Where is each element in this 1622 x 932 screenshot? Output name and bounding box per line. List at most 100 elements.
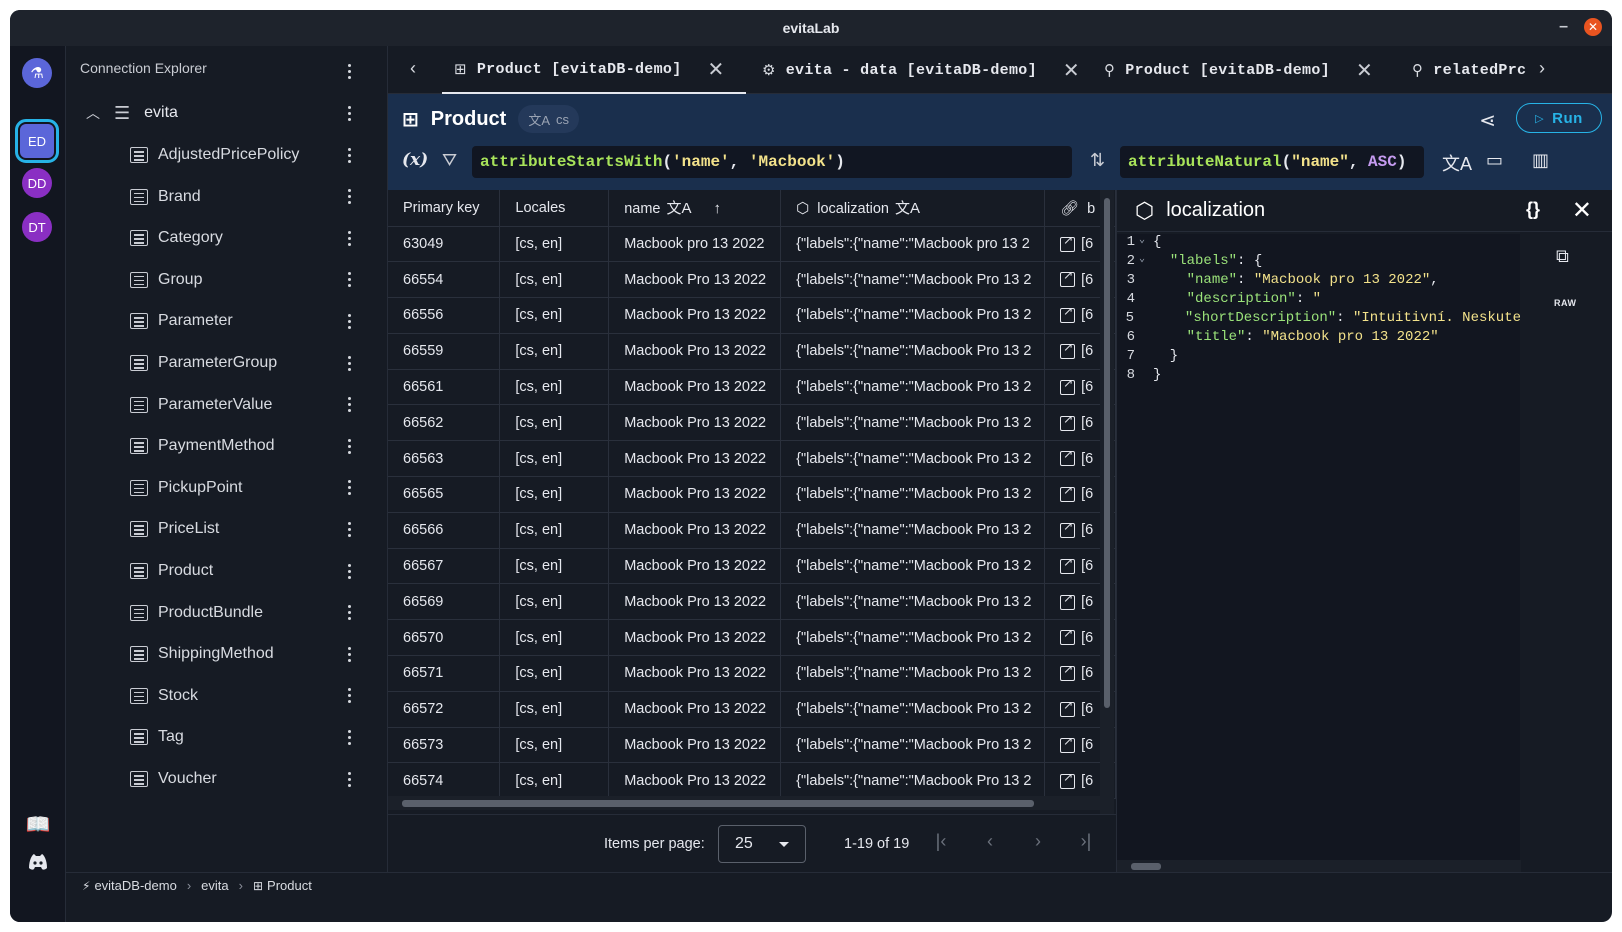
open-link-icon[interactable] [1060, 447, 1076, 467]
tree-item-shippingmethod[interactable]: ShippingMethod [130, 637, 274, 671]
table-cell[interactable]: [cs, en] [499, 226, 610, 263]
close-tab-icon[interactable]: ✕ [1356, 58, 1373, 82]
fold-toggle[interactable] [1139, 367, 1153, 386]
table-row[interactable]: 66554 [cs, en] Macbook Pro 13 2022 {"labels… [388, 261, 1116, 299]
table-cell[interactable]: {"labels":{"name":"Macbook Pro 13 2 [780, 261, 1046, 299]
table-cell[interactable]: {"labels":{"name":"Macbook pro 13 2 [780, 226, 1046, 263]
table-cell[interactable]: 66562 [388, 404, 501, 442]
chevron-up-icon[interactable]: ︿ [86, 103, 100, 123]
table-cell[interactable]: 66561 [388, 369, 501, 406]
table-cell[interactable]: [cs, en] [499, 691, 610, 728]
column-header-primary-key[interactable]: Primary key [388, 190, 501, 227]
table-row[interactable]: 66572 [cs, en] Macbook Pro 13 2022 {"labels… [388, 691, 1116, 728]
column-header-locales[interactable]: Locales [499, 190, 610, 227]
tree-item-menu-icon[interactable] [341, 269, 357, 291]
table-cell[interactable]: [cs, en] [499, 583, 610, 621]
table-cell[interactable]: [cs, en] [499, 333, 610, 370]
tab-product-graph[interactable]: ⚲ Product [evitaDB-demo] ✕ [1104, 46, 1373, 94]
table-cell[interactable]: 66572 [388, 691, 501, 728]
items-per-page-select[interactable]: 25 [718, 825, 806, 863]
close-tab-icon[interactable]: ✕ [708, 57, 725, 81]
tree-item-pricelist[interactable]: PriceList [130, 512, 219, 546]
open-link-icon[interactable] [1060, 376, 1076, 395]
open-link-icon[interactable] [1060, 483, 1076, 503]
minimize-button[interactable]: – [1559, 18, 1568, 36]
open-link-icon[interactable] [1060, 698, 1076, 717]
table-cell[interactable]: [cs, en] [499, 297, 610, 334]
table-cell[interactable]: {"labels":{"name":"Macbook Pro 13 2 [780, 476, 1046, 513]
order-input[interactable]: attributeNatural("name", ASC) [1120, 146, 1424, 178]
copy-icon[interactable]: ⧉ [1556, 246, 1569, 267]
table-cell[interactable]: Macbook Pro 13 2022 [608, 440, 782, 478]
connection-dt[interactable]: DT [22, 212, 52, 242]
table-cell[interactable]: 66569 [388, 583, 501, 621]
tree-item-parameter[interactable]: Parameter [130, 304, 233, 338]
table-row[interactable]: 66563 [cs, en] Macbook Pro 13 2022 {"labels… [388, 440, 1116, 478]
tree-item-product[interactable]: Product [130, 554, 213, 588]
share-icon[interactable]: ⋖ [1479, 108, 1496, 133]
tab-related[interactable]: ⚲ relatedPrc [1412, 46, 1526, 94]
run-button[interactable]: ▷ Run [1516, 103, 1602, 133]
table-horizontal-scrollbar[interactable] [388, 796, 1100, 810]
table-row[interactable]: 66570 [cs, en] Macbook Pro 13 2022 {"labels… [388, 619, 1116, 657]
open-link-icon[interactable] [1060, 304, 1076, 324]
fold-toggle[interactable] [1139, 329, 1153, 348]
table-cell[interactable]: {"labels":{"name":"Macbook Pro 13 2 [780, 655, 1046, 692]
table-cell[interactable]: 66570 [388, 619, 501, 657]
breadcrumb-collection[interactable]: Product [267, 878, 312, 893]
table-cell[interactable]: [cs, en] [499, 512, 610, 549]
table-row[interactable]: 66562 [cs, en] Macbook Pro 13 2022 {"labels… [388, 404, 1116, 442]
open-link-icon[interactable] [1060, 734, 1076, 753]
flask-icon[interactable]: ⚗ [22, 58, 52, 88]
table-cell[interactable]: 66563 [388, 440, 501, 478]
tree-item-menu-icon[interactable] [341, 186, 357, 208]
tree-item-menu-icon[interactable] [341, 726, 357, 748]
explorer-menu-icon[interactable] [341, 60, 357, 82]
table-cell[interactable]: {"labels":{"name":"Macbook Pro 13 2 [780, 548, 1046, 585]
tree-item-menu-icon[interactable] [341, 477, 357, 499]
tree-item-productbundle[interactable]: ProductBundle [130, 596, 263, 630]
format-json-button[interactable]: {} [1526, 199, 1540, 220]
table-cell[interactable]: {"labels":{"name":"Macbook Pro 13 2 [780, 369, 1046, 406]
table-cell[interactable]: Macbook Pro 13 2022 [608, 404, 782, 442]
tree-item-menu-icon[interactable] [341, 435, 357, 457]
table-cell[interactable]: {"labels":{"name":"Macbook Pro 13 2 [780, 404, 1046, 442]
table-cell[interactable]: Macbook pro 13 2022 [608, 226, 782, 263]
connection-dd[interactable]: DD [22, 168, 52, 198]
first-page-icon[interactable]: |‹ [929, 831, 953, 852]
table-cell[interactable]: [cs, en] [499, 440, 610, 478]
json-viewer[interactable]: 1 ⌄{2 ⌄ "labels": {3 "name": "Macbook pro … [1117, 234, 1521, 860]
table-cell[interactable]: 66559 [388, 333, 501, 370]
fold-toggle[interactable]: ⌄ [1139, 234, 1153, 253]
table-row[interactable]: 66559 [cs, en] Macbook Pro 13 2022 {"labels… [388, 333, 1116, 370]
tab-evita-data[interactable]: ⚙ evita - data [evitaDB-demo] ✕ [762, 46, 1080, 94]
open-link-icon[interactable] [1060, 591, 1076, 610]
tree-item-menu-icon[interactable] [341, 144, 357, 166]
table-cell[interactable]: Macbook Pro 13 2022 [608, 512, 782, 549]
table-row[interactable]: 66561 [cs, en] Macbook Pro 13 2022 {"labels… [388, 369, 1116, 406]
open-link-icon[interactable] [1060, 626, 1076, 646]
open-link-icon[interactable] [1060, 340, 1076, 359]
table-cell[interactable]: {"labels":{"name":"Macbook Pro 13 2 [780, 333, 1046, 370]
table-cell[interactable]: [cs, en] [499, 619, 610, 657]
table-row[interactable]: 66567 [cs, en] Macbook Pro 13 2022 {"labels… [388, 548, 1116, 585]
table-cell[interactable]: 66567 [388, 548, 501, 585]
table-cell[interactable]: {"labels":{"name":"Macbook Pro 13 2 [780, 440, 1046, 478]
tree-item-voucher[interactable]: Voucher [130, 762, 217, 796]
table-cell[interactable]: [cs, en] [499, 476, 610, 513]
open-link-icon[interactable] [1060, 233, 1076, 252]
table-cell[interactable]: [cs, en] [499, 655, 610, 692]
filter-input[interactable]: attributeStartsWith('name', 'Macbook') [472, 146, 1072, 178]
table-row[interactable]: 66566 [cs, en] Macbook Pro 13 2022 {"labels… [388, 512, 1116, 549]
tree-item-menu-icon[interactable] [341, 643, 357, 665]
table-cell[interactable]: [cs, en] [499, 369, 610, 406]
table-vertical-scrollbar[interactable] [1100, 190, 1114, 814]
open-link-icon[interactable] [1060, 412, 1076, 431]
table-cell[interactable]: Macbook Pro 13 2022 [608, 261, 782, 299]
tree-item-stock[interactable]: Stock [130, 679, 198, 713]
next-page-icon[interactable]: › [1026, 831, 1050, 852]
fold-toggle[interactable] [1139, 291, 1153, 310]
book-icon[interactable]: 📖 [25, 812, 51, 838]
table-cell[interactable]: [cs, en] [499, 404, 610, 442]
table-cell[interactable]: 66556 [388, 297, 501, 334]
